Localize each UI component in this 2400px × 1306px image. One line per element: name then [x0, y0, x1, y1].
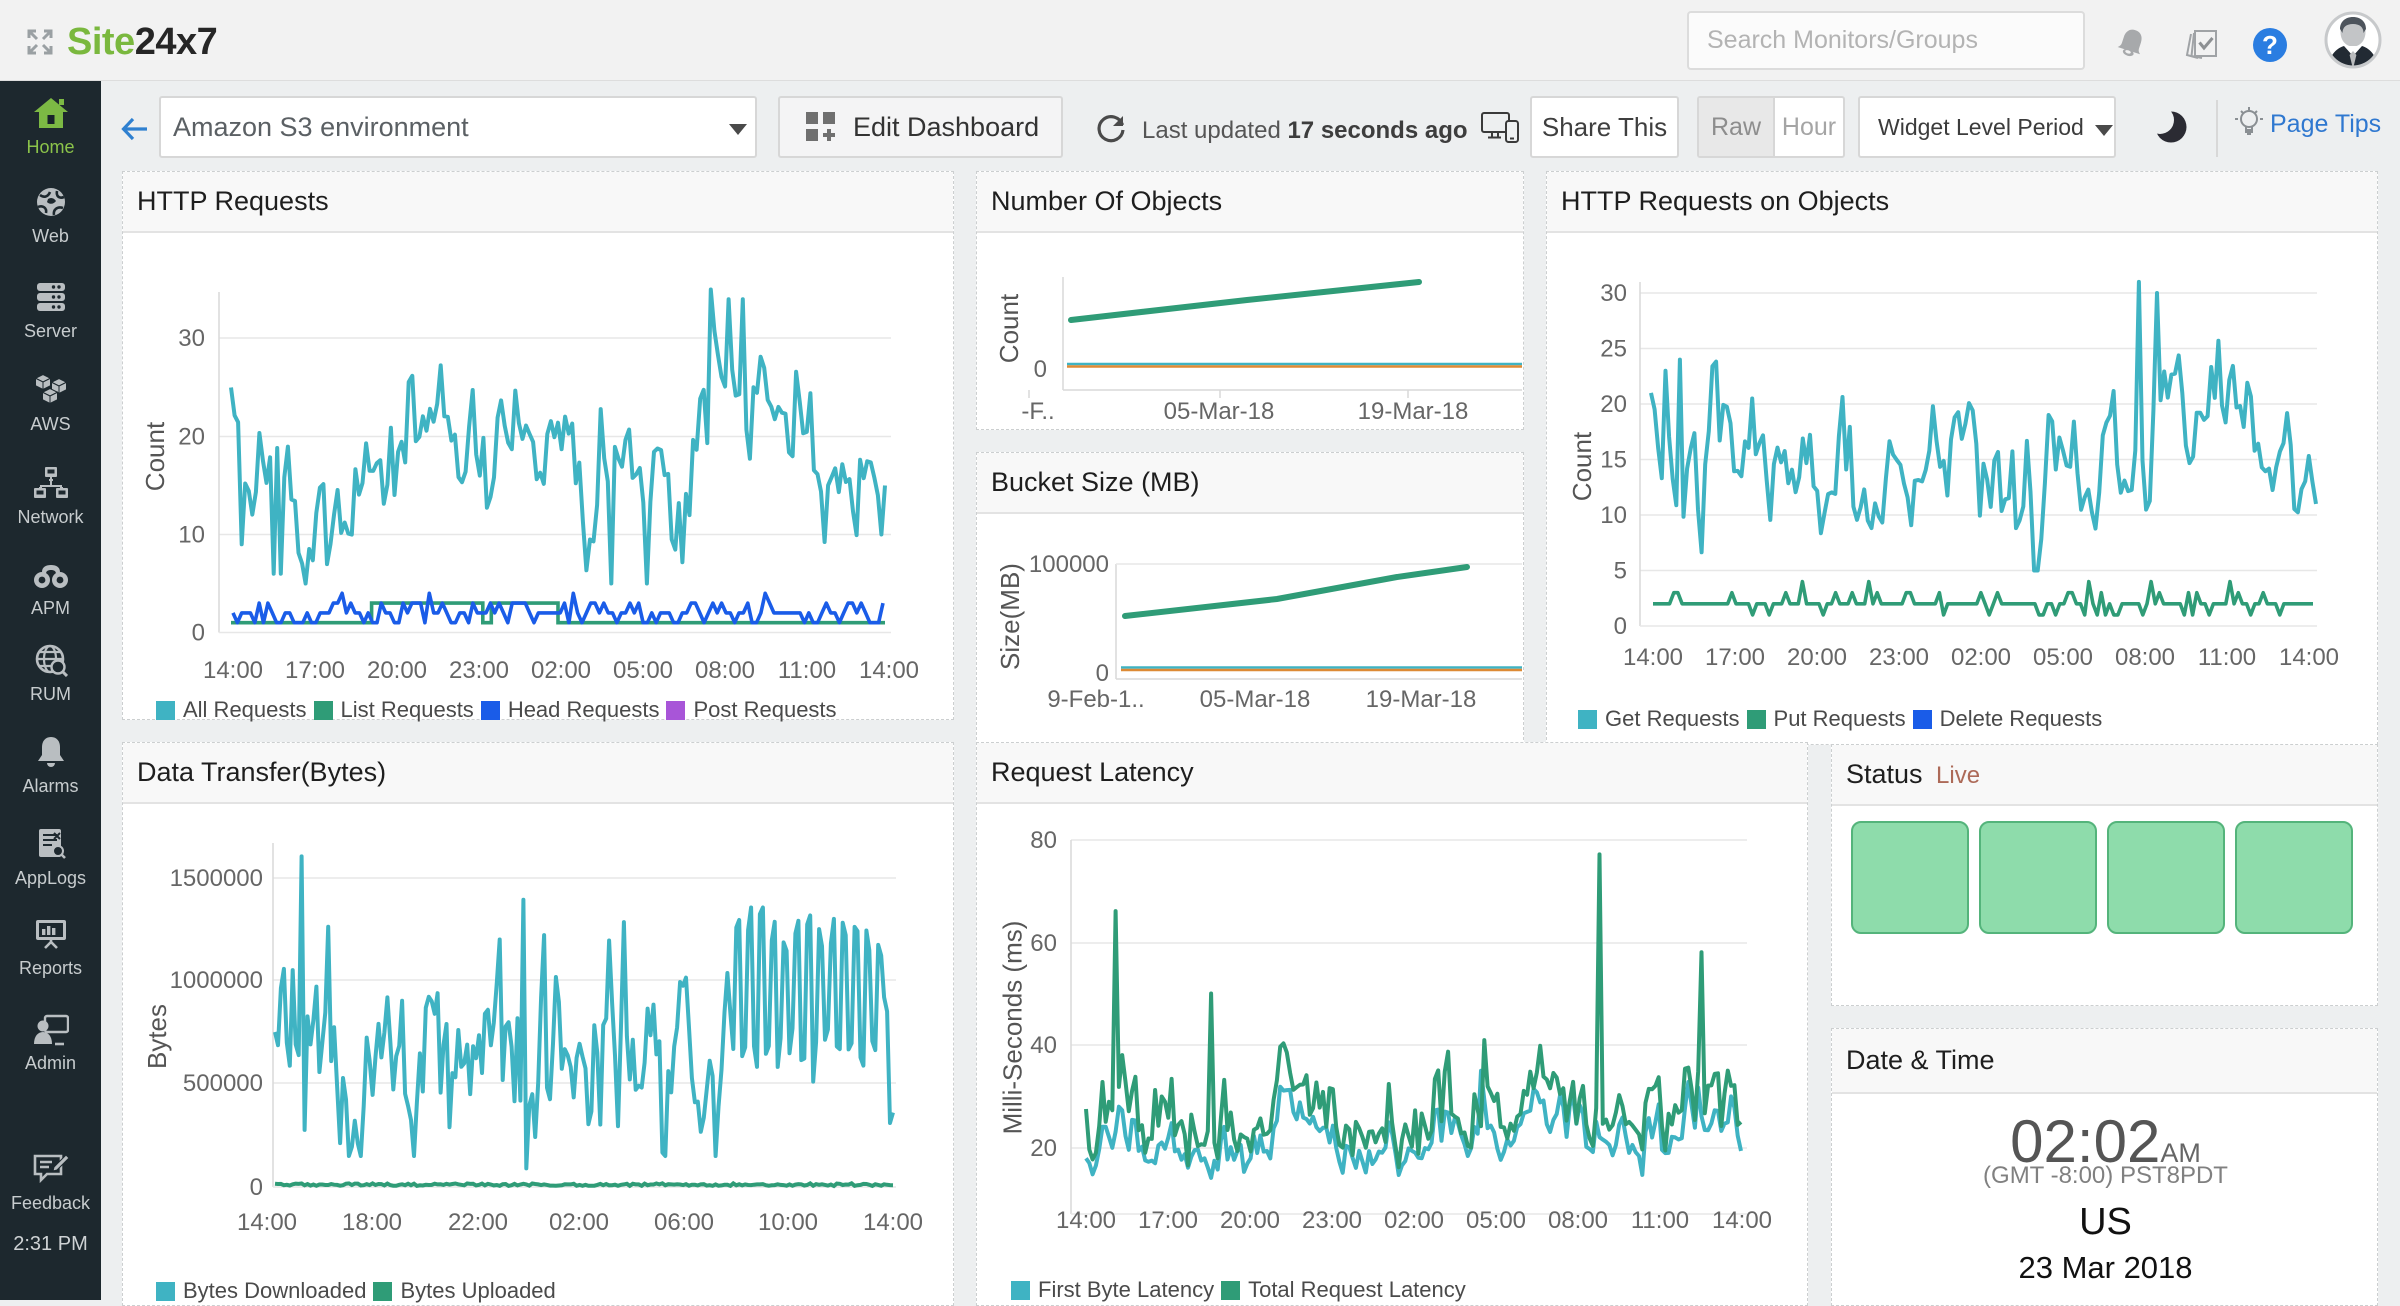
svg-text:11:00: 11:00 [2198, 644, 2256, 671]
svg-text:14:00: 14:00 [1712, 1207, 1772, 1234]
svg-text:05-Mar-18: 05-Mar-18 [1200, 686, 1311, 713]
svg-text:0: 0 [1034, 356, 1047, 383]
svg-text:0: 0 [250, 1174, 263, 1201]
svg-text:30: 30 [178, 325, 205, 352]
svg-text:-F..: -F.. [1021, 398, 1054, 425]
svg-text:05:00: 05:00 [1466, 1207, 1526, 1234]
svg-text:14:00: 14:00 [1056, 1207, 1116, 1234]
svg-text:02:00: 02:00 [1951, 644, 2011, 671]
svg-text:20: 20 [178, 424, 205, 451]
svg-text:08:00: 08:00 [2115, 644, 2175, 671]
svg-text:02:00: 02:00 [1384, 1207, 1444, 1234]
svg-text:23:00: 23:00 [1869, 644, 1929, 671]
svg-text:20: 20 [1030, 1135, 1057, 1162]
svg-text:23:00: 23:00 [449, 657, 509, 684]
svg-text:05-Mar-18: 05-Mar-18 [1164, 398, 1275, 425]
svg-text:40: 40 [1030, 1032, 1057, 1059]
svg-text:23:00: 23:00 [1302, 1207, 1362, 1234]
svg-text:14:00: 14:00 [863, 1209, 923, 1236]
svg-text:19-Mar-18: 19-Mar-18 [1366, 686, 1477, 713]
svg-text:08:00: 08:00 [695, 657, 755, 684]
svg-text:60: 60 [1030, 930, 1057, 957]
svg-text:10: 10 [1600, 502, 1627, 529]
svg-text:5: 5 [1614, 558, 1627, 585]
svg-text:0: 0 [192, 620, 205, 647]
svg-text:19-Mar-18: 19-Mar-18 [1358, 398, 1469, 425]
svg-text:14:00: 14:00 [237, 1209, 297, 1236]
svg-text:05:00: 05:00 [613, 657, 673, 684]
svg-text:14:00: 14:00 [2279, 644, 2339, 671]
svg-text:20:00: 20:00 [367, 657, 427, 684]
svg-text:14:00: 14:00 [1623, 644, 1683, 671]
svg-text:06:00: 06:00 [654, 1209, 714, 1236]
svg-text:20: 20 [1600, 391, 1627, 418]
svg-text:02:00: 02:00 [549, 1209, 609, 1236]
svg-text:18:00: 18:00 [342, 1209, 402, 1236]
svg-text:100000: 100000 [1029, 551, 1109, 578]
svg-text:17:00: 17:00 [1138, 1207, 1198, 1234]
svg-text:80: 80 [1030, 827, 1057, 854]
svg-text:30: 30 [1600, 280, 1627, 307]
svg-text:15: 15 [1600, 447, 1627, 474]
svg-text:14:00: 14:00 [203, 657, 263, 684]
svg-text:9-Feb-1..: 9-Feb-1.. [1047, 686, 1144, 713]
svg-text:1000000: 1000000 [170, 967, 263, 994]
svg-text:14:00: 14:00 [859, 657, 919, 684]
svg-text:0: 0 [1614, 613, 1627, 640]
svg-text:11:00: 11:00 [1631, 1207, 1689, 1234]
svg-text:20:00: 20:00 [1787, 644, 1847, 671]
svg-text:20:00: 20:00 [1220, 1207, 1280, 1234]
svg-text:10:00: 10:00 [758, 1209, 818, 1236]
svg-text:08:00: 08:00 [1548, 1207, 1608, 1234]
svg-text:?: ? [2262, 30, 2278, 60]
svg-text:25: 25 [1600, 336, 1627, 363]
svg-text:22:00: 22:00 [448, 1209, 508, 1236]
svg-text:0: 0 [1096, 660, 1109, 687]
svg-text:500000: 500000 [183, 1070, 263, 1097]
svg-text:11:00: 11:00 [778, 657, 836, 684]
svg-text:10: 10 [178, 522, 205, 549]
svg-text:17:00: 17:00 [1705, 644, 1765, 671]
svg-text:1500000: 1500000 [170, 865, 263, 892]
svg-text:05:00: 05:00 [2033, 644, 2093, 671]
svg-text:02:00: 02:00 [531, 657, 591, 684]
svg-text:17:00: 17:00 [285, 657, 345, 684]
